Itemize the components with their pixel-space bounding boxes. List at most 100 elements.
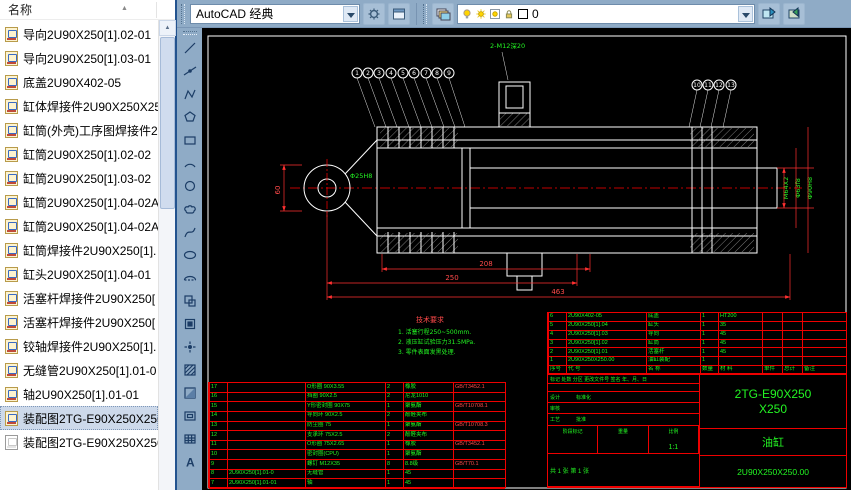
window-icon (393, 8, 405, 19)
save-workspace-button[interactable] (388, 2, 410, 25)
circle-tool-button[interactable] (179, 175, 201, 197)
file-list-item[interactable]: 活塞杆焊接件2U90X250[ (0, 310, 158, 334)
file-name: 活塞杆焊接件2U90X250[ (23, 315, 156, 330)
layer-combo[interactable]: 0 (457, 3, 755, 24)
multiline-text-tool-button[interactable]: A (179, 451, 201, 473)
scrollbar-up-arrow-icon[interactable]: ▲ (159, 20, 176, 36)
line-tool-button[interactable] (179, 37, 201, 59)
file-list-item[interactable]: 无缝管2U90X250[1].01-0 (0, 358, 158, 382)
dwg-file-icon (5, 50, 18, 66)
toolbar-grip[interactable] (181, 3, 185, 24)
table-cell: 12 (209, 431, 227, 441)
table-cell: 1 (700, 339, 718, 349)
file-name: 缸体焊接件2U90X250X25 (23, 99, 158, 114)
title-block: 标记 处数 分区 更改文件号 签名 年、月、日 设计 标准化 审核 工艺 批准 阶段… (547, 374, 847, 488)
dwg-file-icon (5, 122, 18, 138)
toolbar-grip[interactable] (423, 3, 427, 24)
file-list-item[interactable]: 缸筒2U90X250[1].04-02A (0, 190, 158, 214)
file-list-item[interactable]: 装配图2TG-E90X250X250 (0, 430, 158, 454)
workspace-combo[interactable]: AutoCAD 经典 (190, 3, 360, 24)
hatch-tool-button[interactable] (179, 359, 201, 381)
file-list-item[interactable]: 铰轴焊接件2U90X250[1]. (0, 334, 158, 358)
rectangle-tool-button[interactable] (179, 129, 201, 151)
file-name: 轴2U90X250[1].01-01 (23, 387, 140, 402)
file-list-item[interactable]: 导向2U90X250[1].03-01 (0, 46, 158, 70)
table-cell: 17 (209, 383, 227, 393)
insert-block-tool-button[interactable] (179, 290, 201, 312)
polygon-tool-button[interactable] (179, 106, 201, 128)
dwg-file-icon (5, 194, 18, 210)
table-cell (227, 402, 305, 412)
layer-previous-icon (788, 6, 799, 18)
design-label: 设计 (550, 394, 561, 401)
dwg-file-icon (5, 98, 18, 114)
file-name: 导向2U90X250[1].02-01 (23, 27, 152, 42)
rod-dia-label: Φ63f8 (794, 178, 802, 198)
polyline-tool-button[interactable] (179, 83, 201, 105)
file-list-item[interactable]: 缸筒(外壳)工序图焊接件2U (0, 118, 158, 142)
polygon-icon (183, 111, 196, 122)
table-cell: 底盖 (646, 313, 700, 322)
table-tool-button[interactable] (179, 428, 201, 450)
scrollbar-thumb[interactable] (160, 37, 175, 209)
oil-port (498, 81, 531, 128)
dim-eye: 60 (274, 186, 282, 195)
drawing-canvas[interactable]: 123456789 10 11 12 13 2-M12深20 Φ25H8 M64X2 … (202, 28, 851, 490)
file-name: 缸筒2U90X250[1].03-02 (23, 171, 152, 186)
file-list-item[interactable]: 缸体焊接件2U90X250X25 (0, 94, 158, 118)
toolbar-grip[interactable] (182, 31, 197, 35)
file-list-item-selected[interactable]: 装配图2TG-E90X250X250 (0, 406, 158, 430)
file-list-item[interactable]: 导向2U90X250[1].02-01 (0, 22, 158, 46)
file-list-item[interactable]: 底盖2U90X402-05 (0, 70, 158, 94)
point-tool-button[interactable] (179, 336, 201, 358)
table-cell: GB/T3452.1 (453, 383, 505, 393)
chevron-down-icon[interactable] (343, 5, 358, 22)
make-block-tool-button[interactable] (179, 313, 201, 335)
text-icon: A (186, 456, 195, 470)
file-name: 底盖2U90X402-05 (23, 75, 122, 90)
table-cell: 酚醛夹布 (403, 431, 453, 441)
table-cell: 2U90X402-05 (566, 313, 646, 322)
revision-empty-row (548, 384, 699, 392)
file-list: 导向2U90X250[1].02-01 导向2U90X250[1].03-01 … (0, 22, 158, 454)
dwg-file-icon (5, 314, 18, 330)
file-list-item[interactable]: 缸筒2U90X250[1].04-02A (0, 214, 158, 238)
chevron-down-icon[interactable] (738, 5, 753, 22)
table-cell (453, 431, 505, 441)
ellipse-tool-button[interactable] (179, 244, 201, 266)
revision-cloud-tool-button[interactable] (179, 198, 201, 220)
layer-properties-manager-button[interactable] (432, 2, 454, 25)
make-layer-current-button[interactable] (758, 2, 780, 25)
arc-tool-button[interactable] (179, 152, 201, 174)
file-list-header[interactable]: 名称 ▲ (0, 0, 175, 20)
table-cell: 8 (385, 460, 403, 470)
file-list-item[interactable]: 缸筒2U90X250[1].03-02 (0, 166, 158, 190)
workspace-settings-button[interactable] (363, 2, 385, 25)
table-cell: 1 (385, 479, 403, 489)
design-row: 设计 标准化 (548, 392, 699, 403)
table-cell: 1 (700, 313, 718, 322)
file-list-item[interactable]: 轴2U90X250[1].01-01 (0, 382, 158, 406)
file-list-item[interactable]: 缸筒2U90X250[1].02-02 (0, 142, 158, 166)
table-cell (802, 339, 846, 349)
file-list-scrollbar[interactable]: ▲ (158, 20, 176, 490)
sort-ascending-icon: ▲ (121, 5, 128, 12)
file-list-item[interactable]: 缸筒焊接件2U90X250[1]. (0, 238, 158, 262)
table-cell: 4 (548, 330, 566, 340)
note-line: 2. 液压缸试验压力31.5MPa. (398, 338, 475, 346)
spline-tool-button[interactable] (179, 221, 201, 243)
gradient-tool-button[interactable] (179, 382, 201, 404)
file-list-item[interactable]: 活塞杆焊接件2U90X250[ (0, 286, 158, 310)
file-name: 装配图2TG-E90X250X250 (23, 435, 158, 450)
column-divider[interactable] (156, 2, 157, 18)
region-tool-button[interactable] (179, 405, 201, 427)
file-list-item[interactable]: 缸头2U90X250[1].04-01 (0, 262, 158, 286)
dwg-file-icon (5, 218, 18, 234)
standard-label: 标准化 (576, 394, 592, 401)
construction-line-tool-button[interactable] (179, 60, 201, 82)
ellipse-arc-tool-button[interactable] (179, 267, 201, 289)
table-cell (227, 383, 305, 393)
table-cell: O形圈 75X2.65 (305, 440, 385, 451)
dwg-file-icon (5, 266, 18, 282)
layer-previous-button[interactable] (783, 2, 805, 25)
